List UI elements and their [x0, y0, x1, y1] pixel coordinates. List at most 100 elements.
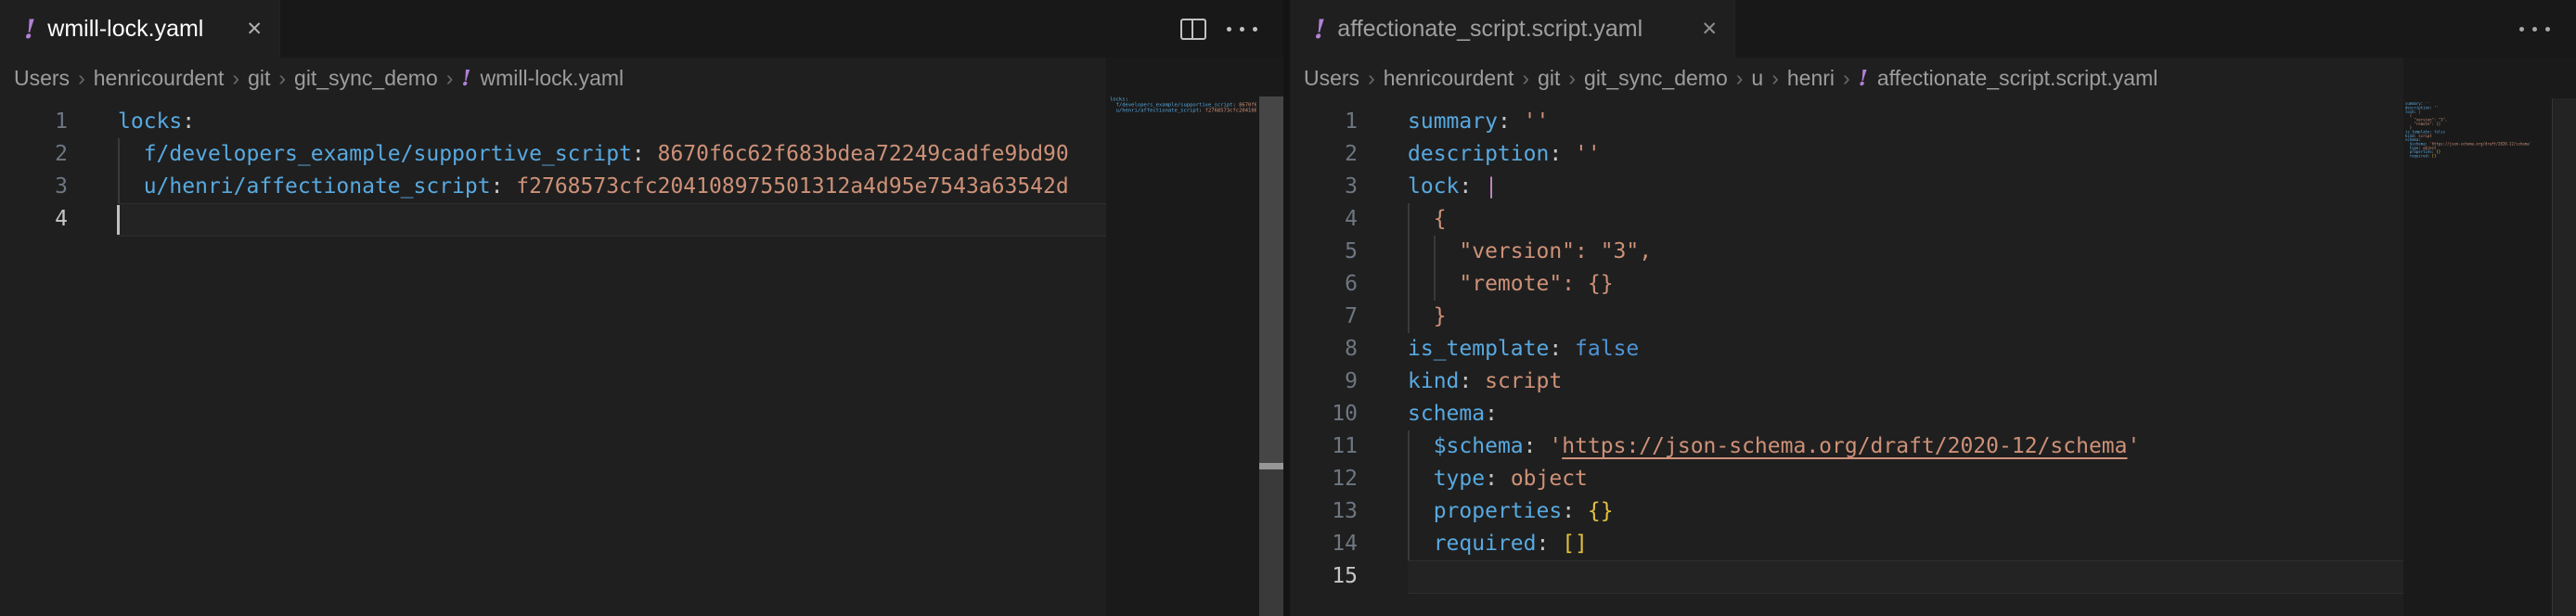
code-line[interactable]: 9kind: script — [1290, 366, 2403, 398]
code-text: kind: script — [1408, 366, 1562, 398]
code-line[interactable]: 10schema: — [1290, 398, 2403, 430]
ellipsis-dot — [2545, 27, 2550, 32]
token: : — [1459, 369, 1472, 393]
token — [1472, 369, 1485, 393]
minimap-content: locks: f/developers_example/supportive_s… — [1110, 96, 1256, 119]
token — [1562, 337, 1575, 361]
minimap-token: required — [2410, 154, 2428, 159]
minimap[interactable]: summary: ''description: ''lock: | { "ver… — [2405, 102, 2543, 165]
editor-pane-left: !wmill-lock.yaml✕Users›henricourdent›git… — [0, 0, 1283, 616]
token — [1408, 304, 1434, 328]
minimap[interactable]: locks: f/developers_example/supportive_s… — [1110, 96, 1256, 143]
code-line[interactable]: 15 — [1290, 560, 2403, 593]
code-line[interactable]: 13 properties: {} — [1290, 495, 2403, 528]
token: f/developers_example/supportive_script — [144, 142, 632, 166]
split-editor-icon[interactable] — [1180, 19, 1206, 40]
pane-divider-sash[interactable] — [1283, 0, 1290, 616]
token: locks — [118, 109, 182, 134]
code-line[interactable]: 3 u/henri/affectionate_script: f2768573c… — [0, 171, 1106, 203]
line-number: 8 — [1290, 333, 1358, 366]
minimap-line: u/henri/affectionate_script: f2768573cfc… — [1110, 108, 1256, 113]
minimap-line — [2405, 158, 2543, 161]
code-line[interactable]: 1 locks: — [0, 106, 1106, 138]
token — [1408, 499, 1434, 523]
code-text: type: object — [1408, 463, 1588, 495]
code-viewport[interactable]: 1 locks:2 f/developers_example/supportive… — [0, 0, 1106, 616]
code-line[interactable]: 4 { — [1290, 203, 2403, 236]
minimap-token: | — [2418, 109, 2420, 114]
code-line[interactable]: 4 — [0, 203, 1106, 236]
token: script — [1485, 369, 1562, 393]
token: : — [1485, 467, 1498, 491]
token: : — [1485, 402, 1498, 426]
line-number: 4 — [1290, 203, 1358, 236]
token — [118, 142, 144, 166]
token: lock — [1408, 174, 1459, 199]
token: summary — [1408, 109, 1498, 134]
code-viewport[interactable]: 1summary: ''2description: ''3lock: |4 {5… — [1290, 0, 2403, 616]
token: object — [1511, 467, 1588, 491]
code-text: f/developers_example/supportive_script: … — [118, 138, 1069, 171]
scrollbar-thumb[interactable] — [2552, 98, 2576, 616]
code-line[interactable]: 7 } — [1290, 301, 2403, 333]
token: ' — [2128, 434, 2141, 458]
code-line[interactable]: 2 f/developers_example/supportive_script… — [0, 138, 1106, 171]
token: "version": "3", — [1408, 239, 1652, 263]
more-actions-icon[interactable] — [2519, 27, 2550, 32]
minimap-token: {} — [2436, 149, 2441, 154]
token: '' — [1524, 109, 1550, 134]
token: : — [1524, 434, 1537, 458]
line-number: 1 — [0, 106, 68, 138]
token: u/henri/affectionate_script — [144, 174, 491, 199]
ellipsis-dot — [1253, 27, 1257, 32]
token: type — [1434, 467, 1485, 491]
line-number: 1 — [1290, 106, 1358, 138]
token: f2768573cfc204108975501312a4d95e7543a635… — [516, 174, 1068, 199]
token — [1575, 499, 1588, 523]
code-line[interactable]: 5 "version": "3", — [1290, 236, 2403, 268]
code-text: "remote": {} — [1408, 268, 1614, 301]
line-number: 10 — [1290, 398, 1358, 430]
code-line[interactable]: 3lock: | — [1290, 171, 2403, 203]
token — [1408, 207, 1434, 231]
token — [1408, 532, 1434, 556]
code-text: summary: '' — [1408, 106, 1549, 138]
token: : — [1549, 337, 1562, 361]
token — [1537, 434, 1550, 458]
ellipsis-dot — [2532, 27, 2537, 32]
token: } — [1434, 304, 1447, 328]
code-text: "version": "3", — [1408, 236, 1652, 268]
token: { — [1434, 207, 1447, 231]
token: {} — [1588, 499, 1614, 523]
editor-pane-right: !affectionate_script.script.yaml✕Users›h… — [1290, 0, 2576, 616]
token: '' — [1575, 142, 1601, 166]
code-line[interactable]: 14 required: [] — [1290, 528, 2403, 560]
token — [1562, 142, 1575, 166]
token — [503, 174, 516, 199]
code-line[interactable]: 2description: '' — [1290, 138, 2403, 171]
code-text: properties: {} — [1408, 495, 1614, 528]
code-text: locks: — [118, 106, 195, 138]
line-number: 5 — [1290, 236, 1358, 268]
line-number: 13 — [1290, 495, 1358, 528]
vscode-window: !wmill-lock.yaml✕Users›henricourdent›git… — [0, 0, 2576, 616]
code-line[interactable]: 11 $schema: 'https://json-schema.org/dra… — [1290, 430, 2403, 463]
schema-url-link[interactable]: https://json-schema.org/draft/2020-12/sc… — [1562, 434, 2127, 458]
more-actions-icon[interactable] — [1227, 27, 1257, 32]
minimap-token: f2768573cfc204108975501312a4d95e7543a635… — [1205, 108, 1256, 114]
token — [645, 142, 658, 166]
ellipsis-dot — [2519, 27, 2524, 32]
token: : — [1562, 499, 1575, 523]
scrollbar-thumb[interactable] — [1259, 463, 1283, 469]
line-number: 15 — [1290, 560, 1358, 593]
token — [1408, 467, 1434, 491]
code-line[interactable]: 6 "remote": {} — [1290, 268, 2403, 301]
minimap-token: '' — [2434, 106, 2439, 110]
code-line[interactable]: 8is_template: false — [1290, 333, 2403, 366]
tab-bar-actions — [1180, 0, 1257, 58]
code-line[interactable]: 12 type: object — [1290, 463, 2403, 495]
scrollbar-thumb[interactable] — [1259, 96, 1283, 463]
scrollbar-thumb[interactable] — [1259, 469, 1283, 616]
line-number: 14 — [1290, 528, 1358, 560]
code-line[interactable]: 1 summary: '' — [1290, 106, 2403, 138]
